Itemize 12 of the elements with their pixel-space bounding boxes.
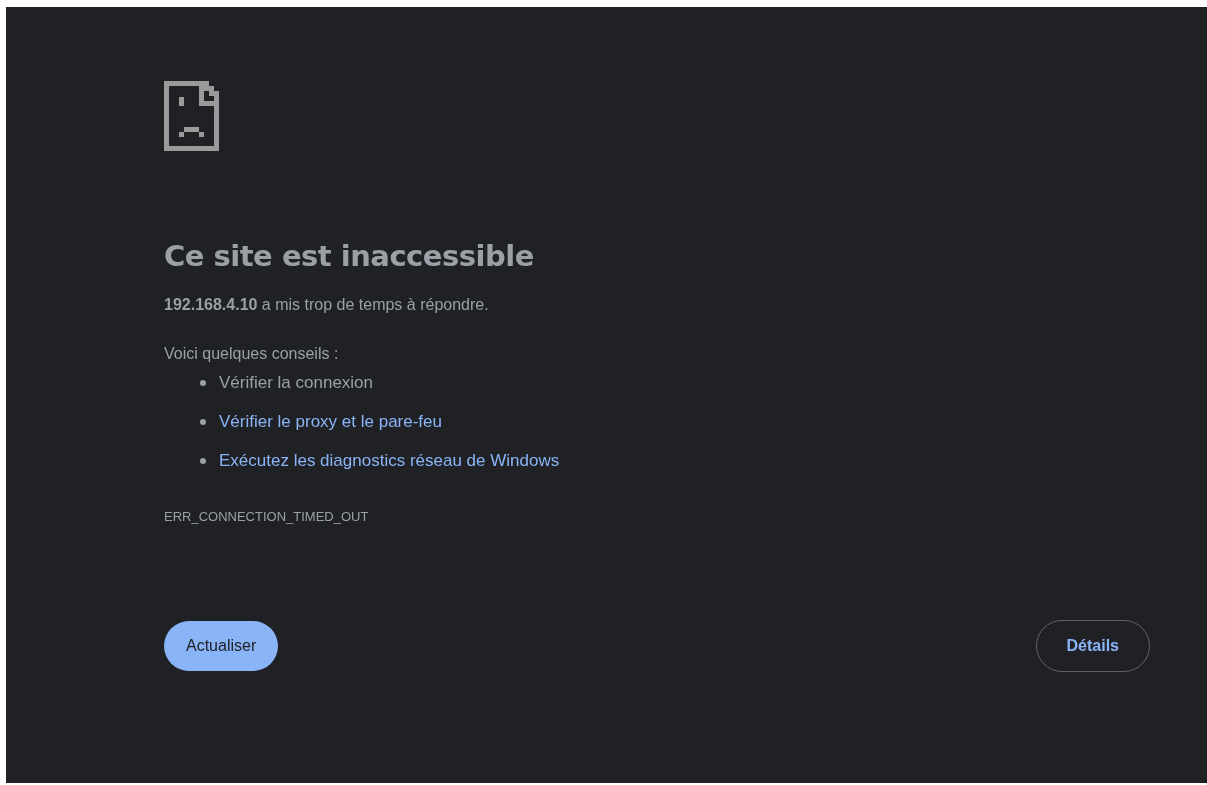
suggestion-link[interactable]: Vérifier le proxy et le pare-feu <box>219 411 442 433</box>
error-heading: Ce site est inaccessible <box>164 238 535 274</box>
suggestion-link[interactable]: Exécutez les diagnostics réseau de Windows <box>219 450 560 472</box>
bullet-icon <box>200 458 206 464</box>
bullet-icon <box>200 419 206 425</box>
suggestions-intro: Voici quelques conseils : <box>164 344 340 364</box>
error-code: ERR_CONNECTION_TIMED_OUT <box>164 508 370 526</box>
bullet-icon <box>200 380 206 386</box>
reload-button[interactable]: Actualiser <box>164 621 279 671</box>
sad-page-icon <box>164 80 220 152</box>
error-message: 192.168.4.10 a mis trop de temps à répondre. <box>164 295 490 315</box>
suggestion-text: Vérifier la connexion <box>219 372 374 394</box>
